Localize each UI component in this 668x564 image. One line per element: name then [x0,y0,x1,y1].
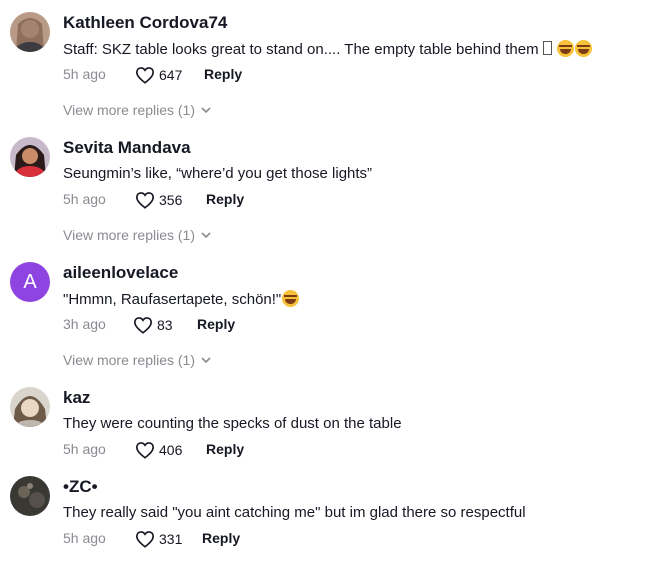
heart-outline-icon [135,442,155,459]
like-button[interactable]: 83 [133,316,173,334]
comment-text: Seungmin’s like, “where’d you get those … [63,165,373,182]
heart-outline-icon [135,531,155,548]
reply-button[interactable]: Reply [206,441,244,457]
reply-button[interactable]: Reply [202,530,240,546]
comment-username[interactable]: •ZC• [63,477,98,497]
like-button[interactable]: 406 [135,441,182,459]
laughing-tears-emoji-icon [556,40,574,57]
view-more-label: View more replies (1) [63,227,196,243]
chevron-down-icon [201,232,211,239]
chevron-down-icon [201,357,211,364]
avatar[interactable] [10,12,50,52]
like-button[interactable]: 331 [135,530,182,548]
heart-outline-icon [135,67,155,84]
like-count: 647 [159,67,183,83]
avatar[interactable] [10,137,50,177]
like-count: 331 [159,531,183,547]
comment-username[interactable]: aileenlovelace [63,263,178,283]
comment-time: 5h ago [63,441,106,457]
laughing-tears-emoji-icon [574,40,592,57]
comment-text-body: Staff: SKZ table looks great to stand on… [63,41,539,58]
avatar[interactable]: A [10,262,50,302]
chevron-down-icon [201,107,211,114]
unknown-glyph-icon [542,41,552,55]
comment-text: "Hmmn, Raufasertapete, schön!" [63,290,300,308]
avatar[interactable] [10,387,50,427]
like-count: 83 [157,317,173,333]
laughing-tears-emoji-icon [282,290,300,307]
comment-time: 3h ago [63,316,106,332]
view-more-replies[interactable]: View more replies (1) [63,227,211,243]
comment-username[interactable]: Kathleen Cordova74 [63,13,227,33]
heart-outline-icon [133,317,153,334]
comment-time: 5h ago [63,66,106,82]
comment-text: Staff: SKZ table looks great to stand on… [63,40,592,58]
like-count: 356 [159,192,183,208]
comment-time: 5h ago [63,530,106,546]
like-button[interactable]: 356 [135,191,182,209]
like-count: 406 [159,442,183,458]
reply-button[interactable]: Reply [206,191,244,207]
view-more-label: View more replies (1) [63,352,196,368]
view-more-replies[interactable]: View more replies (1) [63,102,211,118]
comment-username[interactable]: Sevita Mandava [63,138,191,158]
comment-text: They really said "you aint catching me" … [63,504,526,521]
reply-button[interactable]: Reply [204,66,242,82]
comment-username[interactable]: kaz [63,388,90,408]
view-more-label: View more replies (1) [63,102,196,118]
comment-time: 5h ago [63,191,106,207]
avatar[interactable] [10,476,50,516]
reply-button[interactable]: Reply [197,316,235,332]
heart-outline-icon [135,192,155,209]
comment-text: They were counting the specks of dust on… [63,415,402,432]
comment-text-body: "Hmmn, Raufasertapete, schön!" [63,291,282,308]
like-button[interactable]: 647 [135,66,182,84]
view-more-replies[interactable]: View more replies (1) [63,352,211,368]
